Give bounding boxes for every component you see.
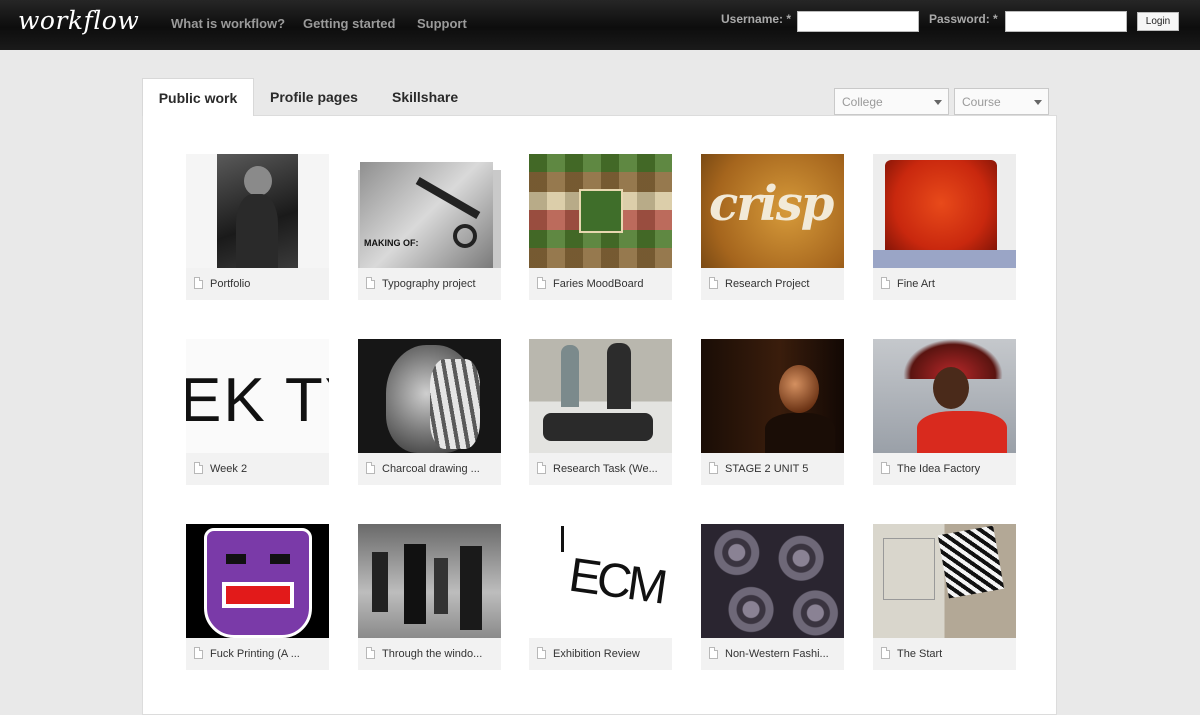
username-input[interactable] [797,11,919,32]
thumbnail[interactable] [873,154,1016,268]
document-icon [709,277,718,289]
work-title[interactable]: Week 2 [186,453,329,485]
password-input[interactable] [1005,11,1127,32]
work-title[interactable]: Faries MoodBoard [529,268,672,300]
thumbnail[interactable]: MAKING OF: [358,154,501,268]
thumbnail[interactable] [529,339,672,453]
document-icon [537,462,546,474]
password-label: Password: * [929,12,998,26]
thumbnail[interactable] [873,524,1016,638]
work-title[interactable]: Fuck Printing (A ... [186,638,329,670]
college-select[interactable]: College [834,88,949,115]
document-icon [881,462,890,474]
tab-public-work[interactable]: Public work [142,78,254,116]
document-icon [366,462,375,474]
document-icon [366,647,375,659]
work-title[interactable]: Charcoal drawing ... [358,453,501,485]
chevron-down-icon [934,100,942,105]
document-icon [194,277,203,289]
document-icon [194,647,203,659]
tab-profile-pages[interactable]: Profile pages [270,78,358,116]
work-title[interactable]: Non-Western Fashi... [701,638,844,670]
work-title[interactable]: Research Project [701,268,844,300]
logo[interactable]: workflow [18,6,139,40]
work-title[interactable]: Research Task (We... [529,453,672,485]
login-button[interactable]: Login [1137,12,1179,31]
nav-support[interactable]: Support [417,16,467,31]
top-bar: workflow What is workflow? Getting start… [0,0,1200,50]
thumbnail[interactable] [701,339,844,453]
thumbnail[interactable] [358,339,501,453]
work-title[interactable]: Exhibition Review [529,638,672,670]
document-icon [194,462,203,474]
thumbnail[interactable]: ECM [529,524,672,638]
work-title[interactable]: The Start [873,638,1016,670]
thumbnail[interactable] [873,339,1016,453]
thumbnail[interactable] [701,524,844,638]
college-select-value: College [842,95,883,109]
thumbnail[interactable] [529,154,672,268]
work-title[interactable]: Fine Art [873,268,1016,300]
course-select[interactable]: Course [954,88,1049,115]
document-icon [709,462,718,474]
chevron-down-icon [1034,100,1042,105]
username-label: Username: * [721,12,792,26]
nav-getting-started[interactable]: Getting started [303,16,395,31]
thumbnail[interactable]: crisp [701,154,844,268]
document-icon [709,647,718,659]
work-title[interactable]: Portfolio [186,268,329,300]
work-title[interactable]: The Idea Factory [873,453,1016,485]
course-select-value: Course [962,95,1001,109]
thumbnail[interactable] [358,524,501,638]
document-icon [881,277,890,289]
thumbnail[interactable] [186,154,329,268]
thumbnail[interactable] [186,524,329,638]
thumbnail[interactable]: EK TY [186,339,329,453]
document-icon [537,277,546,289]
nav-what-is-workflow[interactable]: What is workflow? [171,16,285,31]
work-title[interactable]: Through the windo... [358,638,501,670]
tab-skillshare[interactable]: Skillshare [392,78,458,116]
document-icon [366,277,375,289]
work-title[interactable]: Typography project [358,268,501,300]
document-icon [881,647,890,659]
work-title[interactable]: STAGE 2 UNIT 5 [701,453,844,485]
document-icon [537,647,546,659]
